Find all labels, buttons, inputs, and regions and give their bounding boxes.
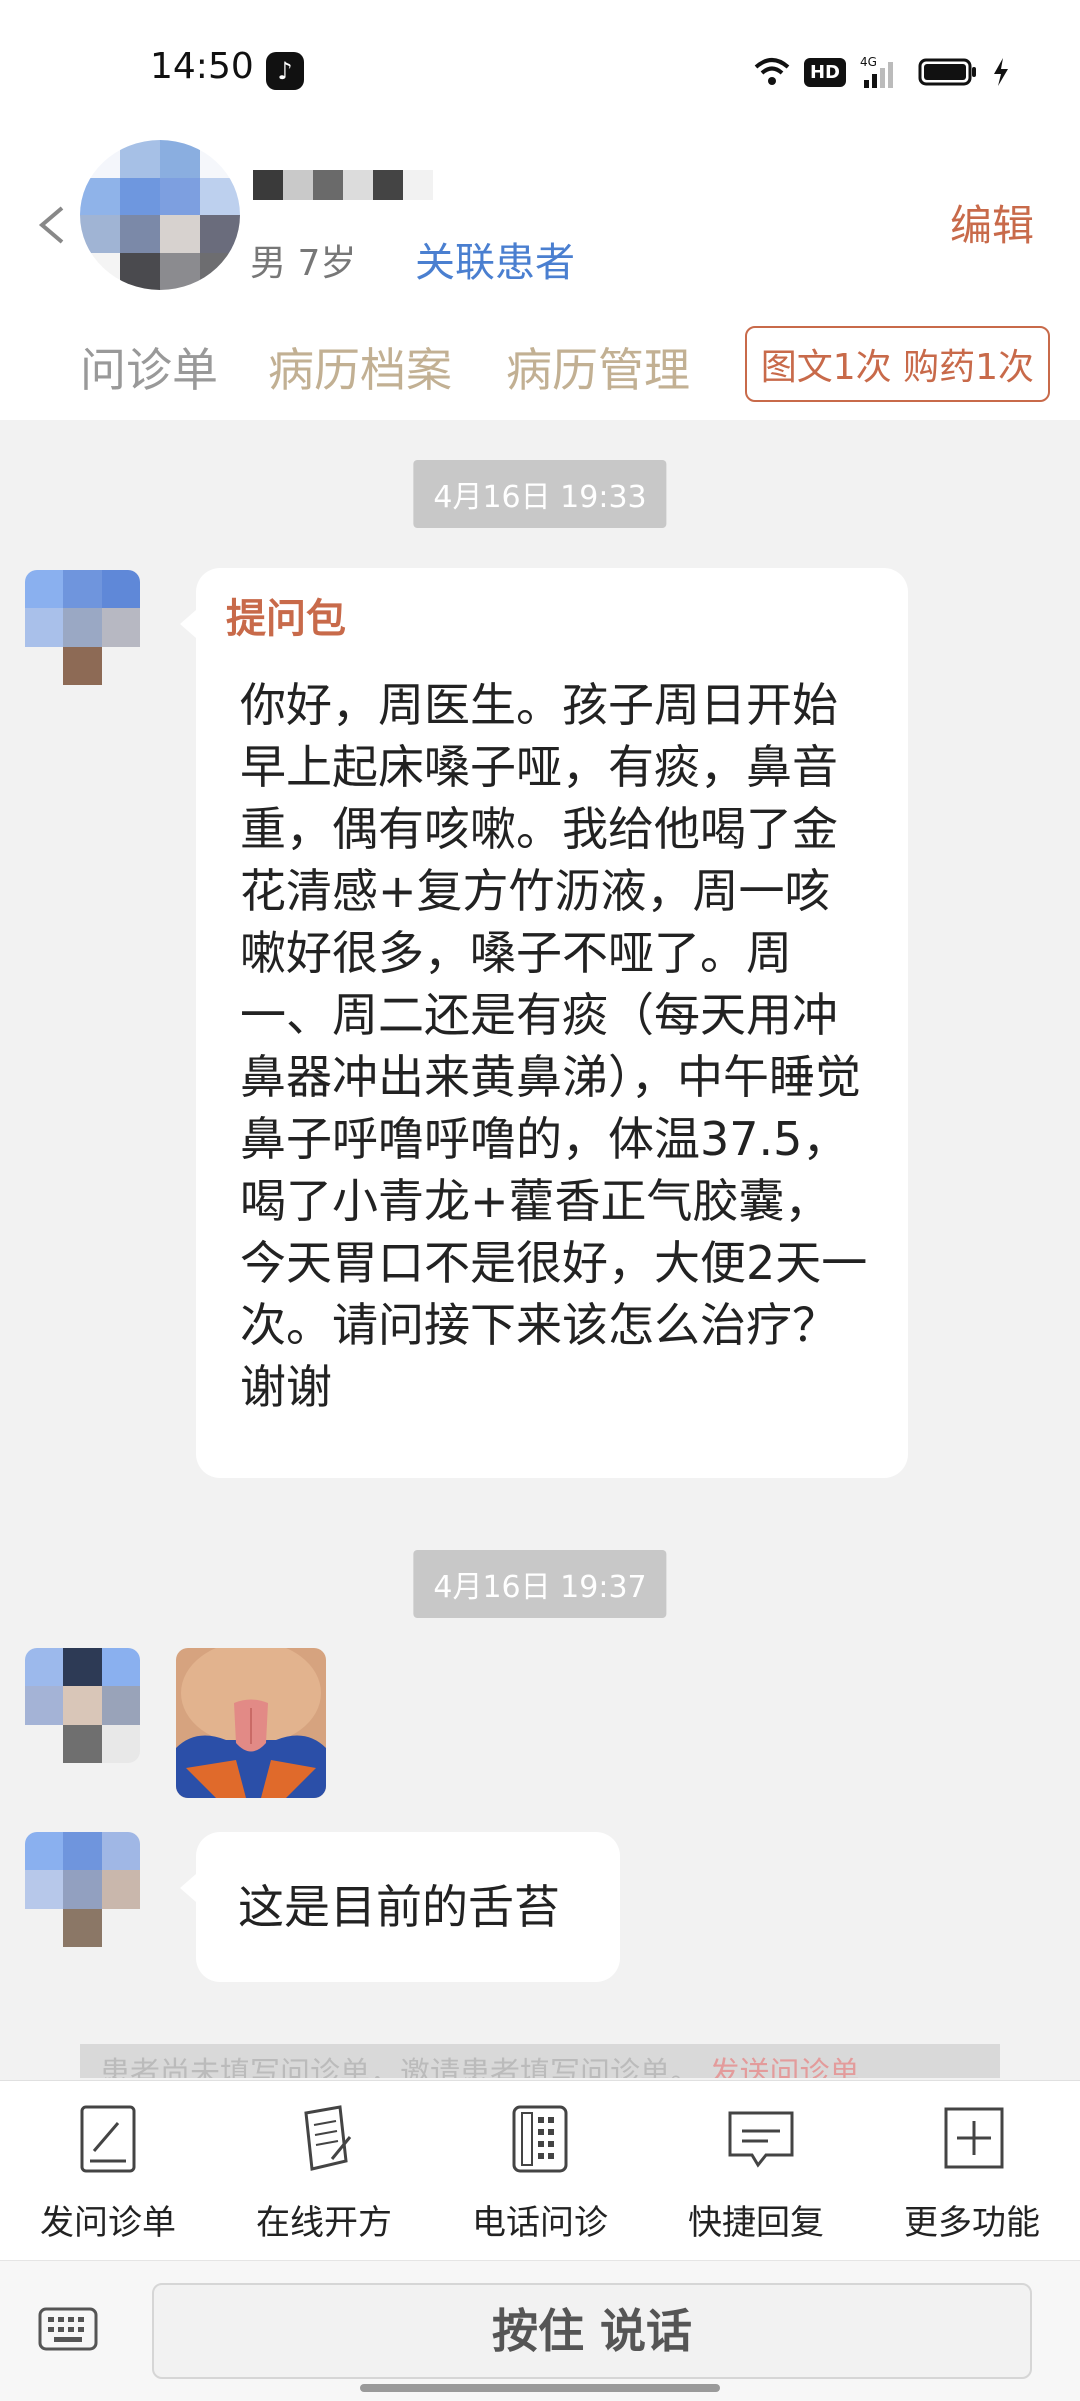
notice-text: 患者尚未填写问诊单，邀请患者填写问诊单。 bbox=[100, 2056, 700, 2078]
patient-gender-age: 男 7岁 bbox=[250, 243, 357, 284]
question-bundle-title: 提问包 bbox=[226, 596, 346, 642]
wifi-icon bbox=[754, 57, 790, 87]
hold-to-talk-button[interactable]: 按住 说话 bbox=[152, 2283, 1032, 2379]
question-bundle-bubble[interactable]: 提问包 你好，周医生。孩子周日开始早上起床嗓子哑，有痰，鼻音重，偶有咳嗽。我给他… bbox=[180, 568, 908, 1478]
message-text: 你好，周医生。孩子周日开始早上起床嗓子哑，有痰，鼻音重，偶有咳嗽。我给他喝了金花… bbox=[240, 678, 868, 1414]
send-form-button[interactable]: 发问诊单 bbox=[0, 2103, 216, 2244]
status-bar: 14:50 ♪ HD 4G bbox=[0, 0, 1080, 130]
patient-header: 男 7岁 关联患者 编辑 问诊单 病历档案 病历管理 图文1次 购药1次 bbox=[0, 130, 1080, 420]
timestamp: 4月16日 19:33 bbox=[413, 460, 667, 528]
function-toolbar: 发问诊单 在线开方 电话问诊 快捷回复 更多功能 bbox=[0, 2080, 1080, 2261]
phone-consult-button[interactable]: 电话问诊 bbox=[432, 2103, 648, 2244]
message-text: 这是目前的舌苔 bbox=[238, 1880, 560, 1934]
text-message-bubble[interactable]: 这是目前的舌苔 bbox=[180, 1832, 620, 1982]
sender-avatar[interactable] bbox=[25, 1648, 140, 1763]
quick-reply-button[interactable]: 快捷回复 bbox=[648, 2103, 864, 2244]
status-time: 14:50 bbox=[150, 46, 254, 87]
hd-badge: HD bbox=[803, 57, 846, 87]
tool-label: 在线开方 bbox=[256, 2203, 392, 2243]
tab-record-management[interactable]: 病历管理 bbox=[506, 334, 690, 400]
keyboard-icon[interactable] bbox=[38, 2305, 98, 2355]
svg-text:4G: 4G bbox=[860, 55, 877, 69]
input-bar: 按住 说话 bbox=[0, 2260, 1080, 2401]
online-prescription-button[interactable]: 在线开方 bbox=[216, 2103, 432, 2244]
patient-name-mosaic bbox=[253, 170, 433, 200]
timestamp: 4月16日 19:37 bbox=[413, 1550, 667, 1618]
record-tabs: 问诊单 病历档案 病历管理 图文1次 购药1次 bbox=[0, 326, 1080, 406]
back-icon[interactable] bbox=[32, 200, 72, 250]
edit-button[interactable]: 编辑 bbox=[950, 192, 1034, 253]
more-functions-button[interactable]: 更多功能 bbox=[864, 2103, 1080, 2244]
quick-reply-icon bbox=[726, 2103, 794, 2175]
signal-icon: 4G bbox=[860, 54, 904, 90]
tab-consultation-form[interactable]: 问诊单 bbox=[80, 334, 218, 400]
charging-icon bbox=[992, 57, 1010, 87]
home-indicator[interactable] bbox=[360, 2384, 720, 2392]
tiktok-icon: ♪ bbox=[266, 52, 304, 90]
chat-area[interactable]: 4月16日 19:33 提问包 你好，周医生。孩子周日开始早上起床嗓子哑，有痰，… bbox=[0, 420, 1080, 2080]
tool-label: 更多功能 bbox=[904, 2203, 1040, 2243]
tongue-photo[interactable] bbox=[176, 1648, 326, 1798]
service-counts-badge[interactable]: 图文1次 购药1次 bbox=[744, 326, 1050, 402]
sender-avatar[interactable] bbox=[25, 570, 140, 685]
patient-avatar[interactable] bbox=[80, 140, 240, 290]
sender-avatar[interactable] bbox=[25, 1832, 140, 1947]
tool-label: 快捷回复 bbox=[688, 2203, 824, 2243]
status-icons: HD 4G bbox=[754, 52, 1010, 92]
send-form-link[interactable]: 发送问诊单 bbox=[710, 2056, 860, 2078]
tab-medical-records[interactable]: 病历档案 bbox=[268, 334, 452, 400]
prescription-icon bbox=[294, 2103, 354, 2175]
battery-icon bbox=[918, 57, 978, 87]
tool-label: 电话问诊 bbox=[472, 2203, 608, 2243]
more-plus-icon bbox=[942, 2103, 1004, 2175]
tool-label: 发问诊单 bbox=[40, 2203, 176, 2243]
fill-form-notice: 患者尚未填写问诊单，邀请患者填写问诊单。 发送问诊单 bbox=[80, 2044, 1000, 2078]
link-patient-button[interactable]: 关联患者 bbox=[415, 230, 575, 288]
form-edit-icon bbox=[78, 2103, 138, 2175]
phone-icon bbox=[510, 2103, 570, 2175]
